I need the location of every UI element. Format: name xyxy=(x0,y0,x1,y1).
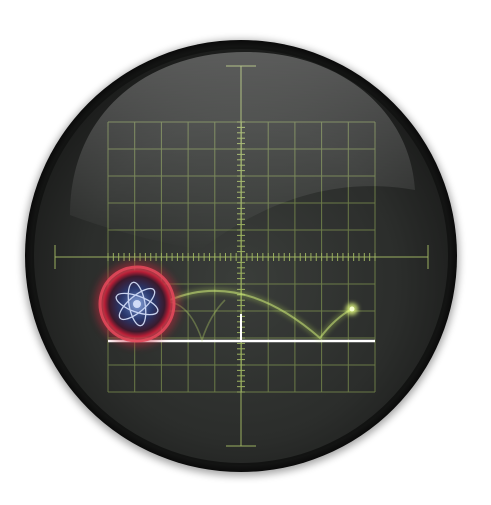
oscilloscope-illustration xyxy=(23,40,459,476)
trace-head xyxy=(349,306,355,312)
atom-orb xyxy=(95,262,179,346)
